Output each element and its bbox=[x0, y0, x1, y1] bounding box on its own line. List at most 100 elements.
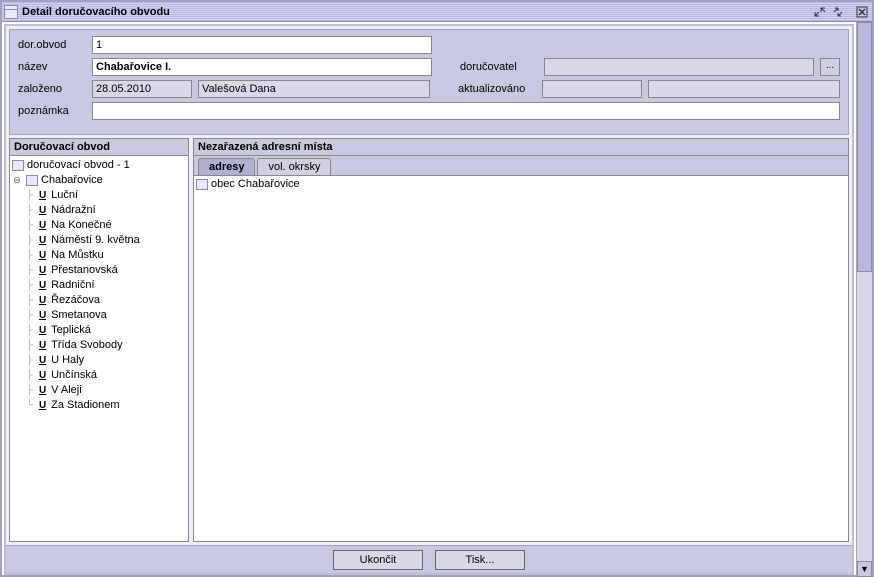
aktualizovano-date-field bbox=[542, 80, 642, 98]
nazev-label: název bbox=[18, 61, 86, 73]
form-area: dor.obvod název doručovatel ... založeno bbox=[9, 29, 849, 135]
tree-leaf[interactable]: ├ UNáměstí 9. května bbox=[12, 233, 186, 248]
tree-leaf-label: U Haly bbox=[51, 353, 84, 368]
window-icon bbox=[4, 5, 18, 19]
button-bar: Ukončit Tisk... bbox=[6, 545, 852, 573]
folder-icon bbox=[196, 179, 208, 190]
tree-branch-icon: ├ bbox=[26, 203, 33, 218]
tab-vol--okrsky[interactable]: vol. okrsky bbox=[257, 158, 331, 175]
street-icon: U bbox=[37, 203, 48, 218]
close-icon bbox=[856, 6, 868, 18]
poznamka-field[interactable] bbox=[92, 102, 840, 120]
tree-leaf[interactable]: ├ UU Haly bbox=[12, 353, 186, 368]
tree-leaf-label: Nádražní bbox=[51, 203, 96, 218]
tree-branch-icon: ├ bbox=[26, 218, 33, 233]
dorucovatel-field[interactable] bbox=[544, 58, 814, 76]
tree-branch-icon: ├ bbox=[26, 293, 33, 308]
left-tree[interactable]: doručovací obvod - 1⊖Chabařovice├ULuční├… bbox=[10, 156, 188, 541]
tree-root-label: doručovací obvod - 1 bbox=[27, 158, 130, 173]
main-content: dor.obvod název doručovatel ... založeno bbox=[4, 24, 854, 575]
tree-leaf-label: Teplická bbox=[51, 323, 91, 338]
street-icon: U bbox=[37, 293, 48, 308]
tree-leaf-label: Smetanova bbox=[51, 308, 107, 323]
zalozeno-user-field bbox=[198, 80, 430, 98]
tree-branch-icon: ├ bbox=[26, 233, 33, 248]
minimize-button[interactable] bbox=[812, 5, 828, 19]
tree-leaf-label: Radniční bbox=[51, 278, 94, 293]
dor-obvod-label: dor.obvod bbox=[18, 39, 86, 51]
street-icon: U bbox=[37, 398, 48, 413]
close-button[interactable] bbox=[854, 5, 870, 19]
aktualizovano-label: aktualizováno bbox=[458, 83, 536, 95]
aktualizovano-user-field bbox=[648, 80, 840, 98]
tree-branch-icon: ├ bbox=[26, 353, 33, 368]
tab-adresy[interactable]: adresy bbox=[198, 158, 255, 175]
tree-leaf[interactable]: ├UUnčínská bbox=[12, 368, 186, 383]
tree-branch-icon: ├ bbox=[26, 308, 33, 323]
tree-leaf-label: Řezáčova bbox=[51, 293, 100, 308]
tree-node-label: Chabařovice bbox=[41, 173, 103, 188]
tree-branch-icon: ├ bbox=[26, 248, 33, 263]
folder-icon bbox=[12, 160, 24, 171]
tree-leaf-label: V Aleji bbox=[51, 383, 82, 398]
window-frame: Detail doručovacího obvodu dor.obvod náz… bbox=[0, 0, 874, 577]
tree-root[interactable]: doručovací obvod - 1 bbox=[12, 158, 186, 173]
tree-leaf[interactable]: ├ URadniční bbox=[12, 278, 186, 293]
titlebar[interactable]: Detail doručovacího obvodu bbox=[2, 2, 872, 22]
tree-leaf-label: Za Stadionem bbox=[51, 398, 119, 413]
nazev-field[interactable] bbox=[92, 58, 432, 76]
dorucovatel-browse-button[interactable]: ... bbox=[820, 58, 840, 76]
tree-branch-icon: └ bbox=[26, 398, 33, 413]
tree-leaf[interactable]: ├UTeplická bbox=[12, 323, 186, 338]
street-icon: U bbox=[37, 353, 48, 368]
tree-leaf[interactable]: ├ UŘezáčova bbox=[12, 293, 186, 308]
zalozeno-label: založeno bbox=[18, 83, 86, 95]
street-icon: U bbox=[37, 218, 48, 233]
street-icon: U bbox=[37, 263, 48, 278]
street-icon: U bbox=[37, 323, 48, 338]
tree-leaf[interactable]: ├ UNádražní bbox=[12, 203, 186, 218]
street-icon: U bbox=[37, 383, 48, 398]
poznamka-label: poznámka bbox=[18, 105, 86, 117]
zalozeno-date-field bbox=[92, 80, 192, 98]
tree-leaf-label: Přestanovská bbox=[51, 263, 118, 278]
right-panel-title: Nezařazená adresní místa bbox=[194, 139, 848, 156]
street-icon: U bbox=[37, 248, 48, 263]
tree-leaf[interactable]: └ UZa Stadionem bbox=[12, 398, 186, 413]
tree-node[interactable]: ⊖ Chabařovice bbox=[12, 173, 186, 188]
tree-leaf-label: Třída Svobody bbox=[51, 338, 123, 353]
tree-leaf[interactable]: ├USmetanova bbox=[12, 308, 186, 323]
tree-leaf[interactable]: ├ UPřestanovská bbox=[12, 263, 186, 278]
tree-leaf-label: Luční bbox=[51, 188, 78, 203]
tisk-button[interactable]: Tisk... bbox=[435, 550, 525, 570]
maximize-icon bbox=[832, 7, 844, 17]
street-icon: U bbox=[37, 338, 48, 353]
tree-item-label: obec Chabařovice bbox=[211, 178, 300, 190]
maximize-button[interactable] bbox=[830, 5, 846, 19]
right-tree[interactable]: obec Chabařovice bbox=[194, 176, 848, 541]
expand-toggle-icon[interactable]: ⊖ bbox=[12, 173, 22, 188]
scrollbar-thumb[interactable] bbox=[857, 22, 872, 272]
tree-branch-icon: ├ bbox=[26, 278, 33, 293]
tree-leaf[interactable]: ├ UNa Můstku bbox=[12, 248, 186, 263]
folder-icon bbox=[26, 175, 38, 186]
scrollbar-down-arrow[interactable]: ▼ bbox=[857, 561, 872, 577]
tree-branch-icon: ├ bbox=[26, 368, 33, 383]
tree-leaf[interactable]: ├ UV Aleji bbox=[12, 383, 186, 398]
dor-obvod-field[interactable] bbox=[92, 36, 432, 54]
tree-leaf-label: Náměstí 9. května bbox=[51, 233, 140, 248]
street-icon: U bbox=[37, 188, 48, 203]
street-icon: U bbox=[37, 233, 48, 248]
tree-leaf[interactable]: ├ULuční bbox=[12, 188, 186, 203]
vertical-scrollbar[interactable]: ▼ bbox=[856, 22, 872, 577]
tree-leaf[interactable]: ├ UNa Konečné bbox=[12, 218, 186, 233]
tree-leaf-label: Na Můstku bbox=[51, 248, 104, 263]
tree-leaf[interactable]: ├UTřída Svobody bbox=[12, 338, 186, 353]
street-icon: U bbox=[37, 278, 48, 293]
tree-item[interactable]: obec Chabařovice bbox=[196, 178, 846, 190]
tree-leaf-label: Na Konečné bbox=[51, 218, 112, 233]
left-panel-title: Doručovací obvod bbox=[10, 139, 188, 156]
ukoncit-button[interactable]: Ukončit bbox=[333, 550, 423, 570]
tree-branch-icon: ├ bbox=[26, 263, 33, 278]
tree-branch-icon: ├ bbox=[26, 383, 33, 398]
